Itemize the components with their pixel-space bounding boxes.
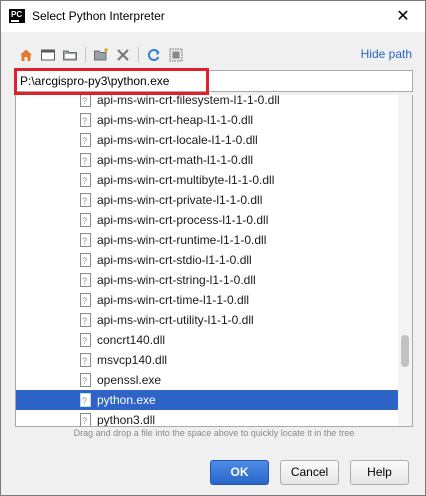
file-icon <box>80 411 91 426</box>
tree-item-label: openssl.exe <box>97 373 162 387</box>
tree-item[interactable]: api-ms-win-crt-process-l1-1-0.dll <box>16 210 400 231</box>
tree-item-label: api-ms-win-crt-time-l1-1-0.dll <box>97 293 250 307</box>
tree-item-label: api-ms-win-crt-heap-l1-1-0.dll <box>97 113 254 127</box>
tree-item[interactable]: api-ms-win-crt-heap-l1-1-0.dll <box>16 110 400 131</box>
refresh-icon[interactable] <box>143 45 165 65</box>
drag-drop-hint: Drag and drop a file into the space abov… <box>73 428 355 438</box>
tree-item-label: api-ms-win-crt-filesystem-l1-1-0.dll <box>97 95 280 107</box>
dialog-title: Select Python Interpreter <box>32 9 165 23</box>
file-icon <box>80 391 91 411</box>
tree-scrollbar[interactable] <box>398 95 412 426</box>
tree-item-label: api-ms-win-crt-private-l1-1-0.dll <box>97 193 263 207</box>
tree-item-label: python3.dll <box>97 413 156 427</box>
scrollbar-thumb[interactable] <box>401 335 409 367</box>
ok-button[interactable]: OK <box>210 460 269 485</box>
new-folder-icon[interactable] <box>90 45 112 65</box>
tree-item[interactable]: api-ms-win-crt-math-l1-1-0.dll <box>16 150 400 171</box>
project-icon[interactable] <box>59 45 81 65</box>
tree-item-label: api-ms-win-crt-utility-l1-1-0.dll <box>97 313 254 327</box>
tree-item[interactable]: python.exe <box>16 390 400 411</box>
file-icon <box>80 211 91 231</box>
file-icon <box>80 131 91 151</box>
file-icon <box>80 95 91 111</box>
file-icon <box>80 111 91 131</box>
delete-icon[interactable] <box>112 45 134 65</box>
tree-item[interactable]: api-ms-win-crt-runtime-l1-1-0.dll <box>16 230 400 251</box>
file-icon <box>80 171 91 191</box>
toolbar-separator <box>85 47 86 63</box>
tree-item[interactable]: api-ms-win-crt-private-l1-1-0.dll <box>16 190 400 211</box>
title-bar: PC Select Python Interpreter ✕ <box>1 1 425 32</box>
file-icon <box>80 291 91 311</box>
toolbar <box>15 45 187 65</box>
file-icon <box>80 191 91 211</box>
file-icon <box>80 331 91 351</box>
file-icon <box>80 151 91 171</box>
tree-item[interactable]: python3.dll <box>16 410 400 427</box>
tree-item[interactable]: api-ms-win-crt-multibyte-l1-1-0.dll <box>16 170 400 191</box>
help-button[interactable]: Help <box>350 460 409 485</box>
tree-item[interactable]: api-ms-win-crt-utility-l1-1-0.dll <box>16 310 400 331</box>
file-icon <box>80 271 91 291</box>
tree-item[interactable]: api-ms-win-crt-filesystem-l1-1-0.dll <box>16 95 400 111</box>
tree-item[interactable]: api-ms-win-crt-time-l1-1-0.dll <box>16 290 400 311</box>
path-highlight-annotation <box>14 68 209 95</box>
tree-item[interactable]: msvcp140.dll <box>16 350 400 371</box>
tree-item[interactable]: api-ms-win-crt-string-l1-1-0.dll <box>16 270 400 291</box>
file-icon <box>80 231 91 251</box>
tree-item[interactable]: api-ms-win-crt-stdio-l1-1-0.dll <box>16 250 400 271</box>
toolbar-separator <box>138 47 139 63</box>
file-icon <box>80 371 91 391</box>
hide-path-link[interactable]: Hide path <box>361 47 412 61</box>
tree-item-label: concrt140.dll <box>97 333 166 347</box>
tree-item-label: api-ms-win-crt-process-l1-1-0.dll <box>97 213 269 227</box>
show-hidden-icon[interactable] <box>165 45 187 65</box>
tree-item-label: api-ms-win-crt-string-l1-1-0.dll <box>97 273 256 287</box>
tree-item-label: api-ms-win-crt-runtime-l1-1-0.dll <box>97 233 267 247</box>
file-tree[interactable]: api-ms-win-crt-filesystem-l1-1-0.dll api-… <box>15 95 413 427</box>
tree-item[interactable]: api-ms-win-crt-locale-l1-1-0.dll <box>16 130 400 151</box>
file-icon <box>80 311 91 331</box>
file-icon <box>80 251 91 271</box>
tree-item-label: api-ms-win-crt-locale-l1-1-0.dll <box>97 133 258 147</box>
cancel-button[interactable]: Cancel <box>280 460 339 485</box>
tree-item-label: msvcp140.dll <box>97 353 168 367</box>
tree-item-label: python.exe <box>97 393 156 407</box>
tree-item[interactable]: openssl.exe <box>16 370 400 391</box>
close-button[interactable]: ✕ <box>381 1 425 32</box>
desktop-icon[interactable] <box>37 45 59 65</box>
file-icon <box>80 351 91 371</box>
tree-item-label: api-ms-win-crt-math-l1-1-0.dll <box>97 153 254 167</box>
tree-item-label: api-ms-win-crt-multibyte-l1-1-0.dll <box>97 173 275 187</box>
tree-item[interactable]: concrt140.dll <box>16 330 400 351</box>
home-icon[interactable] <box>15 45 37 65</box>
tree-item-label: api-ms-win-crt-stdio-l1-1-0.dll <box>97 253 252 267</box>
select-python-interpreter-dialog: PC Select Python Interpreter ✕ Hide path… <box>0 0 426 496</box>
pycharm-app-icon: PC <box>9 9 25 25</box>
